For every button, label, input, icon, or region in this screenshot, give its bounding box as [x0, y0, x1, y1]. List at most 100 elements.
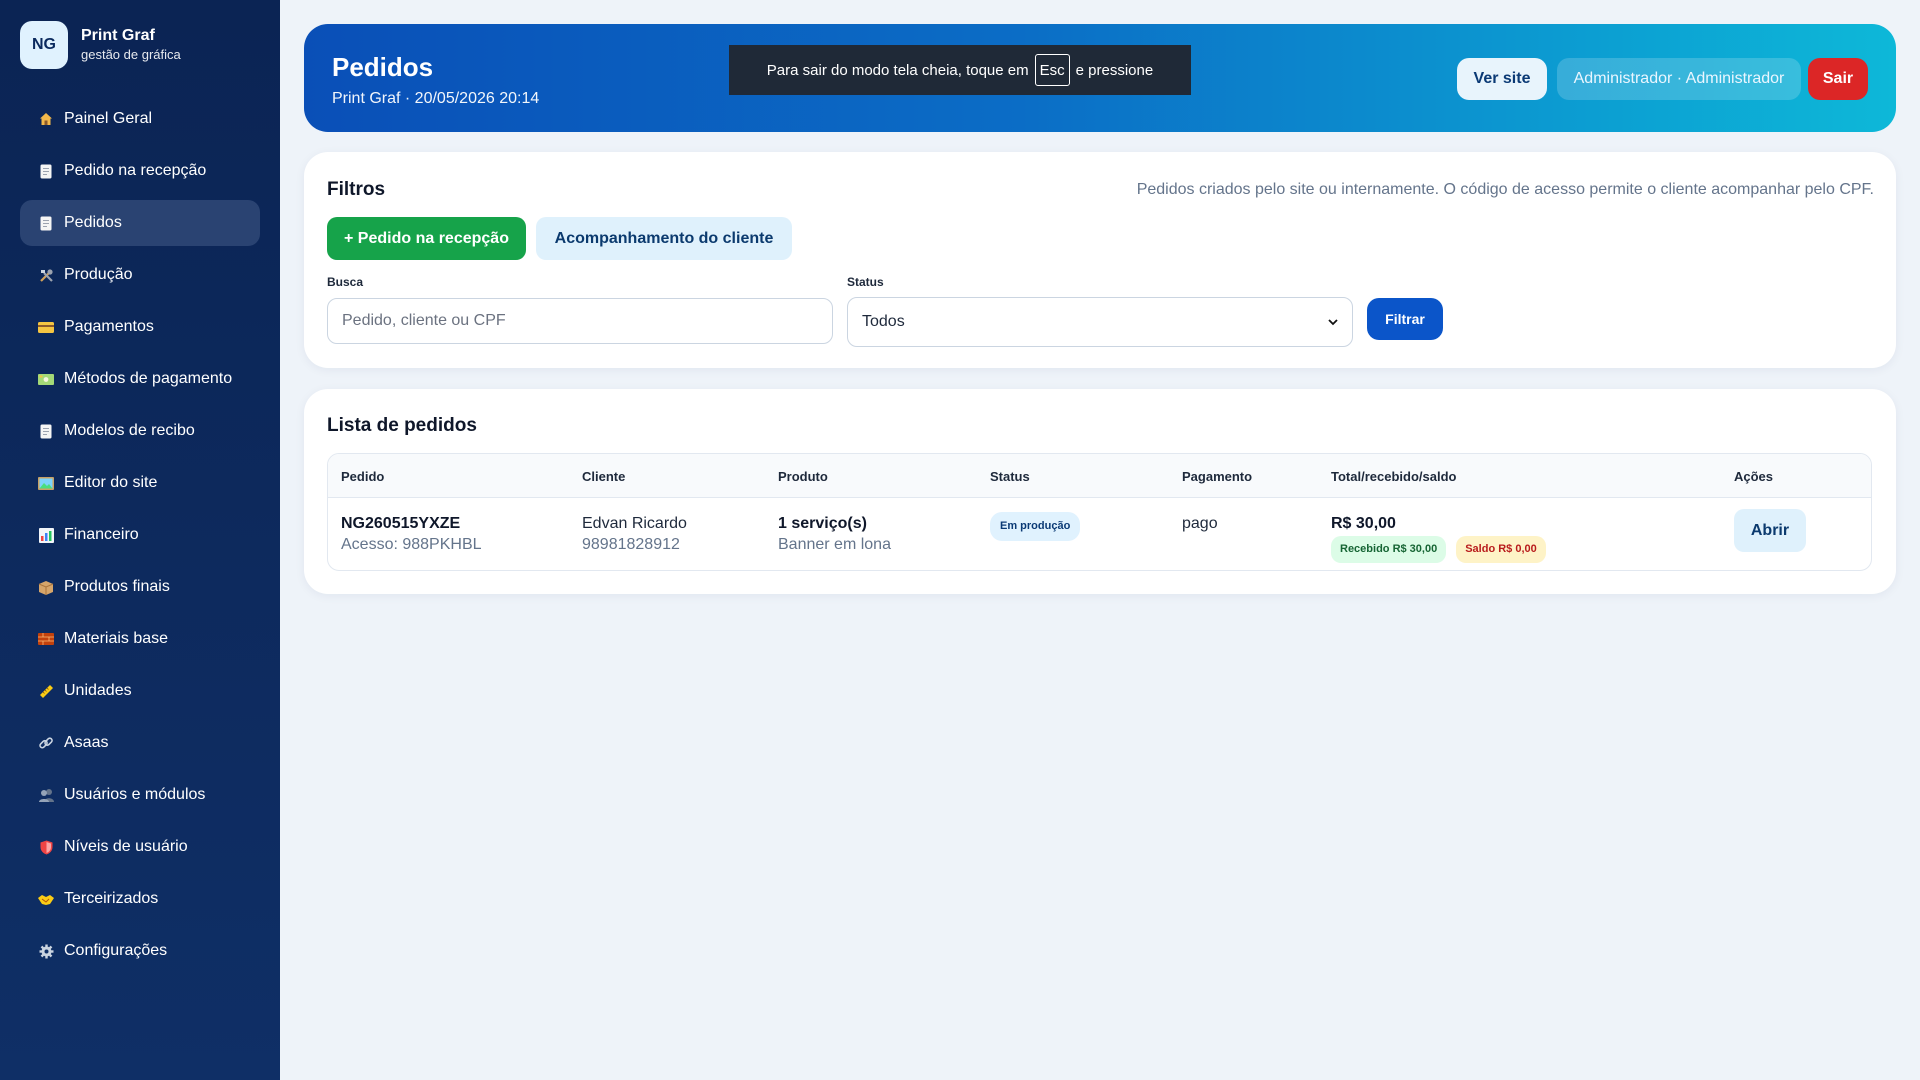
sidebar-item-pedidos[interactable]: Pedidos — [20, 200, 260, 246]
logout-button[interactable]: Sair — [1808, 58, 1868, 100]
payment-status: pago — [1182, 515, 1218, 532]
home-icon — [34, 112, 58, 126]
sidebar: NG Print Graf gestão de gráfica Painel G… — [0, 0, 280, 1080]
column-header: Total/recebido/saldo — [1331, 469, 1457, 484]
client-name: Edvan Ricardo — [582, 515, 687, 532]
sidebar-item-produtos-finais[interactable]: Produtos finais — [20, 564, 260, 610]
sidebar-nav: Painel Geral Pedido na recepção Pedidos … — [0, 96, 280, 974]
sidebar-item-label: Financeiro — [64, 526, 139, 543]
sidebar-item-label: Níveis de usuário — [64, 838, 188, 855]
table-header: Pedido Cliente Produto Status Pagamento … — [328, 454, 1871, 498]
filters-card: Filtros Pedidos criados pelo site ou int… — [304, 152, 1896, 368]
esc-key: Esc — [1034, 54, 1070, 86]
order-code: NG260515YXZE — [341, 515, 461, 532]
chart-icon — [34, 527, 58, 543]
sidebar-item-configuracoes[interactable]: Configurações — [20, 928, 260, 974]
column-header: Pagamento — [1182, 469, 1253, 484]
sidebar-item-financeiro[interactable]: Financeiro — [20, 512, 260, 558]
sidebar-item-label: Métodos de pagamento — [64, 370, 233, 387]
view-site-button[interactable]: Ver site — [1457, 58, 1547, 100]
customer-tracking-button[interactable]: Acompanhamento do cliente — [536, 217, 792, 260]
link-icon — [34, 735, 58, 751]
fullscreen-notice-text-end: e pressione — [1075, 61, 1154, 79]
status-label: Status — [847, 275, 884, 289]
new-order-button[interactable]: + Pedido na recepção — [327, 217, 526, 260]
document-icon — [34, 424, 58, 439]
page-title: Pedidos — [332, 52, 434, 82]
sidebar-item-label: Unidades — [64, 682, 132, 699]
product-cell: 1 serviço(s) Banner em lona — [778, 513, 891, 555]
order-access-code: Acesso: 988PKHBL — [341, 536, 482, 553]
search-input[interactable] — [327, 298, 833, 344]
sidebar-item-unidades[interactable]: Unidades — [20, 668, 260, 714]
column-header: Status — [990, 469, 1030, 484]
column-header: Cliente — [582, 469, 626, 484]
sidebar-item-label: Materiais base — [64, 630, 169, 647]
fullscreen-notice: Para sair do modo tela cheia, toque em E… — [729, 45, 1191, 95]
received-badge: Recebido R$ 30,00 — [1331, 536, 1447, 563]
sidebar-item-producao[interactable]: Produção — [20, 252, 260, 298]
sidebar-item-label: Pedido na recepção — [64, 162, 207, 179]
sidebar-item-metodos-pagamento[interactable]: Métodos de pagamento — [20, 356, 260, 402]
filters-title: Filtros — [327, 179, 386, 200]
tools-icon — [34, 268, 58, 283]
sidebar-item-niveis-usuario[interactable]: Níveis de usuário — [20, 824, 260, 870]
sidebar-item-label: Configurações — [64, 942, 168, 959]
payment-cell: pago — [1182, 513, 1218, 534]
balance-badge: Saldo R$ 0,00 — [1456, 536, 1546, 563]
sidebar-item-label: Produtos finais — [64, 578, 170, 595]
orders-title: Lista de pedidos — [327, 415, 477, 436]
status-select-value: Todos — [862, 313, 905, 330]
sidebar-item-label: Pagamentos — [64, 318, 154, 335]
picture-icon — [34, 476, 58, 490]
sidebar-item-asaas[interactable]: Asaas — [20, 720, 260, 766]
sidebar-item-terceirizados[interactable]: Terceirizados — [20, 876, 260, 922]
brand-subtitle: gestão de gráfica — [81, 47, 181, 62]
orders-table: Pedido Cliente Produto Status Pagamento … — [327, 453, 1872, 571]
sidebar-item-pedido-recepcao[interactable]: Pedido na recepção — [20, 148, 260, 194]
status-cell: Em produção — [990, 512, 1081, 541]
brick-icon — [34, 633, 58, 645]
client-phone: 98981828912 — [582, 536, 680, 553]
total-cell: R$ 30,00 Recebido R$ 30,00 Saldo R$ 0,00 — [1331, 513, 1546, 563]
product-summary: 1 serviço(s) — [778, 515, 867, 532]
column-header: Produto — [778, 469, 828, 484]
table-row: NG260515YXZE Acesso: 988PKHBL Edvan Rica… — [328, 498, 1871, 570]
sidebar-item-materiais-base[interactable]: Materiais base — [20, 616, 260, 662]
brand: NG Print Graf gestão de gráfica — [0, 0, 280, 70]
orders-card: Lista de pedidos Pedido Cliente Produto … — [304, 389, 1896, 594]
ruler-icon — [34, 684, 58, 699]
sidebar-item-label: Painel Geral — [64, 110, 153, 127]
open-order-button[interactable]: Abrir — [1734, 509, 1806, 552]
filter-button[interactable]: Filtrar — [1367, 298, 1443, 340]
fullscreen-notice-text: Para sair do modo tela cheia, toque em — [766, 61, 1029, 79]
page-subtitle: Print Graf · 20/05/2026 20:14 — [332, 90, 540, 107]
status-select[interactable]: Todos — [847, 297, 1353, 347]
column-header: Ações — [1734, 469, 1774, 484]
status-badge: Em produção — [990, 512, 1081, 541]
sidebar-item-label: Produção — [64, 266, 133, 283]
shield-icon — [34, 840, 58, 855]
sidebar-item-label: Editor do site — [64, 474, 158, 491]
sidebar-item-usuarios-modulos[interactable]: Usuários e módulos — [20, 772, 260, 818]
filters-note: Pedidos criados pelo site ou internament… — [1136, 181, 1874, 198]
sidebar-item-painel-geral[interactable]: Painel Geral — [20, 96, 260, 142]
document-icon — [34, 216, 58, 231]
document-icon — [34, 164, 58, 179]
sidebar-item-label: Terceirizados — [64, 890, 159, 907]
brand-name: Print Graf — [81, 27, 155, 44]
sidebar-item-editor-site[interactable]: Editor do site — [20, 460, 260, 506]
user-menu-button[interactable]: Administrador · Administrador — [1557, 58, 1801, 100]
handshake-icon — [34, 893, 58, 906]
sidebar-item-label: Usuários e módulos — [64, 786, 206, 803]
sidebar-item-pagamentos[interactable]: Pagamentos — [20, 304, 260, 350]
brand-logo: NG — [20, 21, 68, 69]
sidebar-item-label: Asaas — [64, 734, 109, 751]
sidebar-item-label: Pedidos — [64, 214, 122, 231]
sidebar-item-modelos-recibo[interactable]: Modelos de recibo — [20, 408, 260, 454]
column-header: Pedido — [341, 469, 385, 484]
card-icon — [34, 321, 58, 333]
product-detail: Banner em lona — [778, 536, 891, 553]
page-header: Pedidos Print Graf · 20/05/2026 20:14 Pa… — [304, 24, 1896, 132]
money-icon — [34, 373, 58, 385]
